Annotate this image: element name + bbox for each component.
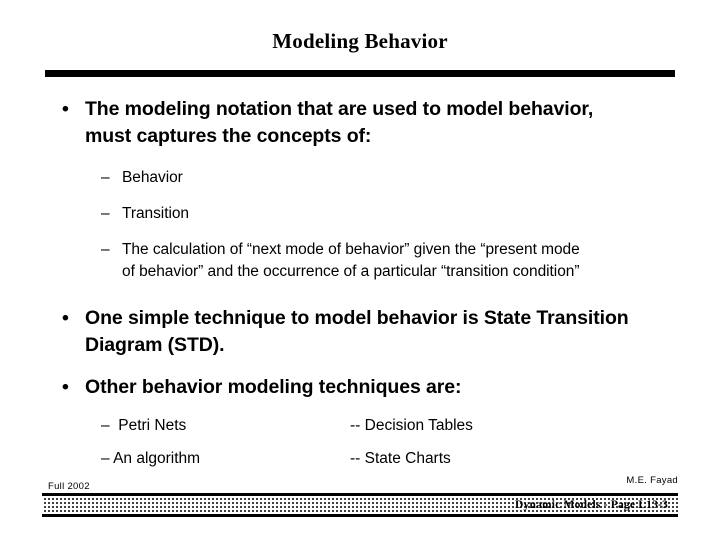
sub-bullet-transition: – Transition: [0, 203, 720, 225]
bullet-item-3-label: Other behavior modeling techniques are:: [85, 376, 462, 398]
footer-bar: Dynamic Models - Page L13-3: [42, 493, 678, 517]
dash-marker-icon: –: [101, 205, 110, 222]
technique-state-charts: -- State Charts: [350, 449, 451, 467]
techniques-list: – Petri Nets -- Decision Tables – An alg…: [0, 415, 720, 481]
slide-body: • The modeling notation that are used to…: [0, 96, 720, 481]
techniques-row: – An algorithm -- State Charts: [0, 448, 720, 481]
bullet-marker-icon: •: [62, 376, 69, 398]
bullet-item-1-label: The modeling notation that are used to m…: [85, 98, 594, 147]
sub-bullet-behavior-label: Behavior: [122, 169, 183, 186]
sub-bullet-calculation-label: The calculation of “next mode of behavio…: [122, 241, 580, 280]
technique-decision-tables: -- Decision Tables: [350, 416, 473, 434]
footer-page-label: Dynamic Models - Page L13-3: [515, 499, 668, 511]
sub-bullet-behavior: – Behavior: [0, 167, 720, 189]
dash-marker-icon: –: [101, 241, 110, 258]
footer-author: M.E. Fayad: [626, 475, 678, 486]
bullet-marker-icon: •: [62, 98, 69, 120]
bullet-item-2-label: One simple technique to model behavior i…: [85, 307, 629, 356]
page-title: Modeling Behavior: [272, 29, 448, 53]
bullet-item-1: • The modeling notation that are used to…: [0, 96, 720, 149]
bullet-item-2: • One simple technique to model behavior…: [0, 305, 720, 358]
dash-marker-icon: –: [101, 169, 110, 186]
bullet-item-3: • Other behavior modeling techniques are…: [0, 374, 720, 401]
technique-petri-nets: – Petri Nets: [101, 416, 187, 434]
sub-bullet-calculation: – The calculation of “next mode of behav…: [0, 239, 720, 283]
footer-date: Full 2002: [48, 481, 90, 492]
techniques-row: – Petri Nets -- Decision Tables: [0, 415, 720, 448]
title-divider: [45, 70, 675, 77]
technique-an-algorithm: – An algorithm: [101, 449, 201, 467]
sub-bullet-transition-label: Transition: [122, 205, 189, 222]
bullet-marker-icon: •: [62, 307, 69, 329]
